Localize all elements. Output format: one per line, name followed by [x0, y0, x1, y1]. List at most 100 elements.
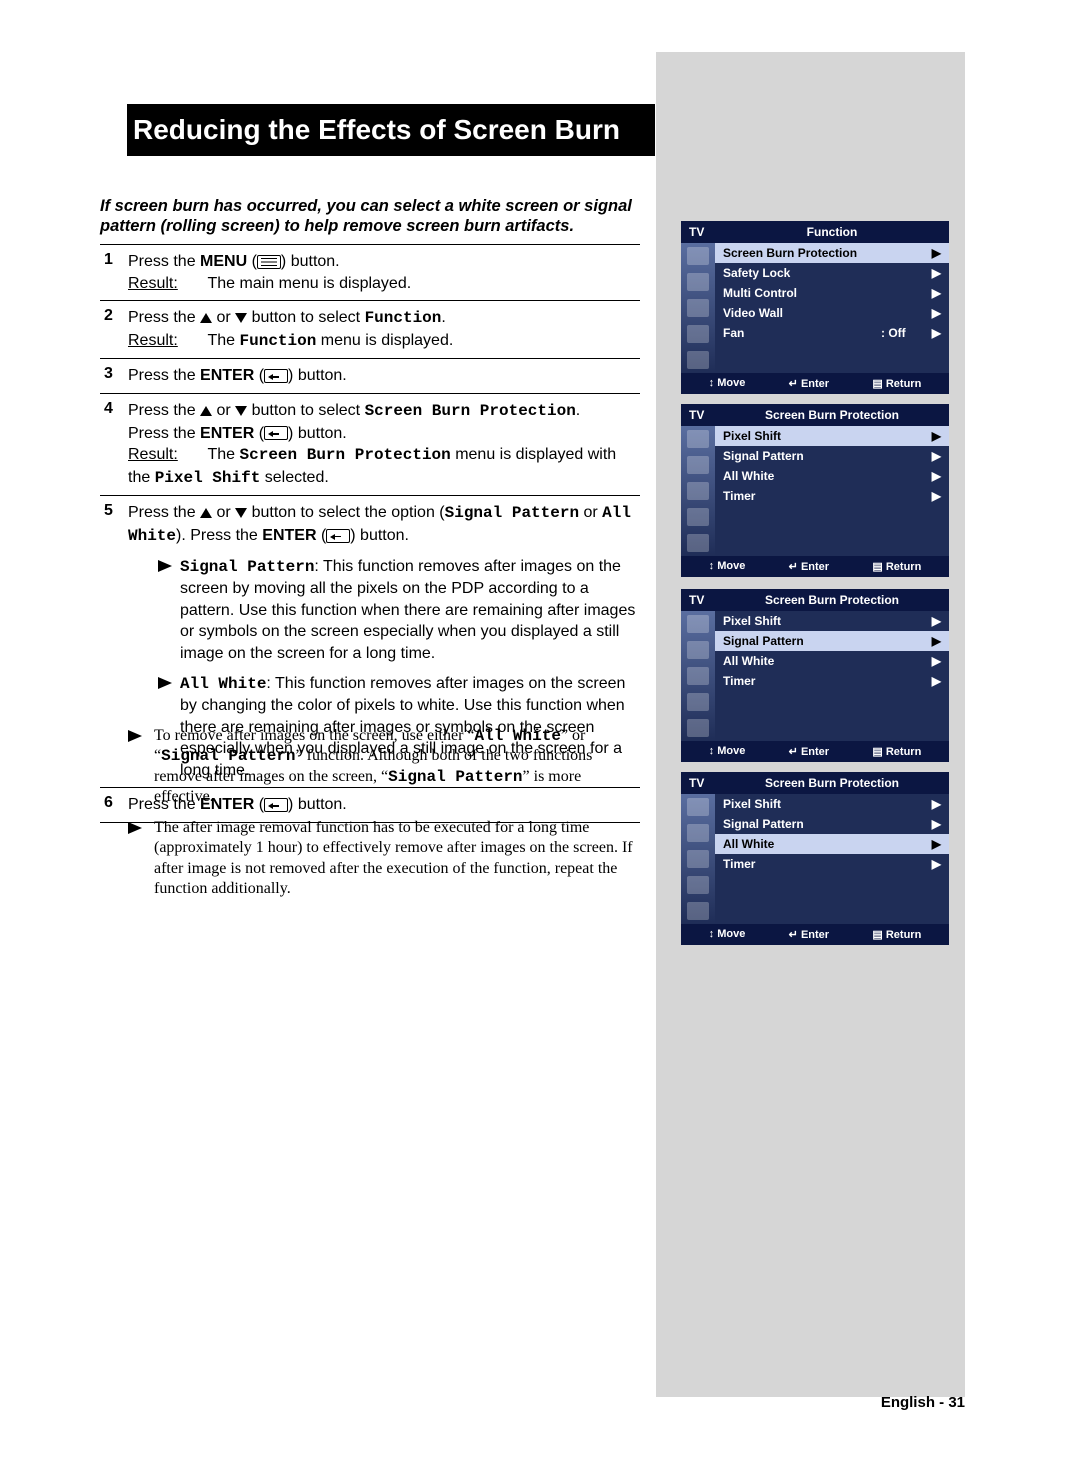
enter-icon — [264, 426, 288, 440]
osd-title: Screen Burn Protection — [723, 408, 941, 422]
osd-tv-label: TV — [689, 408, 723, 422]
menu-item[interactable]: Timer ▶ — [715, 671, 949, 691]
osd-hint-move: ↕ Move — [709, 560, 746, 573]
menu-item[interactable]: Pixel Shift ▶ — [715, 611, 949, 631]
osd-items-list: Pixel Shift ▶ Signal Pattern ▶ All White… — [715, 611, 949, 741]
down-icon — [235, 313, 247, 323]
osd-hint-move: ↕ Move — [709, 745, 746, 758]
result-label: Result: — [128, 330, 190, 352]
sub-item: Signal Pattern: This function removes af… — [128, 556, 640, 665]
osd-hint-move: ↕ Move — [709, 928, 746, 941]
menu-item[interactable]: Multi Control ▶ — [715, 283, 949, 303]
chevron-right-icon: ▶ — [929, 449, 941, 463]
osd-hint-return: ▤ Return — [872, 377, 921, 390]
notes-block: To remove after images on the screen, us… — [128, 726, 640, 910]
down-icon — [235, 406, 247, 416]
osd-title: Function — [723, 225, 941, 239]
osd-hint-return: ▤ Return — [872, 745, 921, 758]
menu-item[interactable]: Timer ▶ — [715, 486, 949, 506]
osd-hint-enter: ↵ Enter — [789, 377, 829, 390]
menu-item[interactable]: Screen Burn Protection ▶ — [715, 243, 949, 263]
chevron-right-icon: ▶ — [929, 326, 941, 340]
chevron-right-icon: ▶ — [929, 797, 941, 811]
chevron-right-icon: ▶ — [929, 654, 941, 668]
step-body: Press the ENTER () button. — [128, 365, 640, 387]
osd-header: TV Function — [681, 221, 949, 243]
down-icon — [235, 508, 247, 518]
section-title-bar: Reducing the Effects of Screen Burn — [115, 104, 655, 156]
chevron-right-icon: ▶ — [929, 469, 941, 483]
menu-item[interactable]: Signal Pattern ▶ — [715, 814, 949, 834]
menu-item[interactable]: Safety Lock ▶ — [715, 263, 949, 283]
osd-menu: TV Screen Burn Protection Pixel Shift ▶ … — [681, 589, 949, 762]
menu-item[interactable]: Video Wall ▶ — [715, 303, 949, 323]
osd-items-list: Screen Burn Protection ▶ Safety Lock ▶ M… — [715, 243, 949, 373]
osd-items-list: Pixel Shift ▶ Signal Pattern ▶ All White… — [715, 794, 949, 924]
osd-items-list: Pixel Shift ▶ Signal Pattern ▶ All White… — [715, 426, 949, 556]
menu-item[interactable]: Pixel Shift ▶ — [715, 426, 949, 446]
osd-hint-return: ▤ Return — [872, 928, 921, 941]
step-number: 5 — [100, 502, 128, 781]
chevron-right-icon: ▶ — [929, 614, 941, 628]
osd-hint-return: ▤ Return — [872, 560, 921, 573]
osd-category-icons — [681, 243, 715, 373]
step-body: Press the or button to select Screen Bur… — [128, 400, 640, 489]
result-label: Result: — [128, 444, 190, 466]
enter-icon — [264, 369, 288, 383]
osd-menu: TV Screen Burn Protection Pixel Shift ▶ … — [681, 404, 949, 577]
osd-hint-enter: ↵ Enter — [789, 745, 829, 758]
chevron-right-icon: ▶ — [929, 634, 941, 648]
osd-menu: TV Screen Burn Protection Pixel Shift ▶ … — [681, 772, 949, 945]
osd-footer: ↕ Move ↵ Enter ▤ Return — [681, 373, 949, 394]
osd-tv-label: TV — [689, 593, 723, 607]
osd-hint-enter: ↵ Enter — [789, 560, 829, 573]
step-body: Press the or button to select Function. … — [128, 307, 640, 352]
arrow-bullet-icon — [128, 822, 142, 834]
osd-footer: ↕ Move ↵ Enter ▤ Return — [681, 924, 949, 945]
menu-item[interactable]: All White ▶ — [715, 466, 949, 486]
step-number: 3 — [100, 365, 128, 387]
step-number: 2 — [100, 307, 128, 352]
osd-tv-label: TV — [689, 225, 723, 239]
chevron-right-icon: ▶ — [929, 429, 941, 443]
osd-title: Screen Burn Protection — [723, 593, 941, 607]
chevron-right-icon: ▶ — [929, 266, 941, 280]
up-icon — [200, 313, 212, 323]
chevron-right-icon: ▶ — [929, 857, 941, 871]
menu-item[interactable]: All White ▶ — [715, 834, 949, 854]
step-number: 4 — [100, 400, 128, 489]
menu-item[interactable]: Signal Pattern ▶ — [715, 446, 949, 466]
chevron-right-icon: ▶ — [929, 837, 941, 851]
osd-category-icons — [681, 426, 715, 556]
menu-item[interactable]: Timer ▶ — [715, 854, 949, 874]
osd-hint-move: ↕ Move — [709, 377, 746, 390]
osd-tv-label: TV — [689, 776, 723, 790]
chevron-right-icon: ▶ — [929, 674, 941, 688]
up-icon — [200, 508, 212, 518]
step-row: 3 Press the ENTER () button. — [100, 358, 640, 393]
chevron-right-icon: ▶ — [929, 246, 941, 260]
osd-footer: ↕ Move ↵ Enter ▤ Return — [681, 556, 949, 577]
menu-item[interactable]: All White ▶ — [715, 651, 949, 671]
osd-header: TV Screen Burn Protection — [681, 589, 949, 611]
chevron-right-icon: ▶ — [929, 286, 941, 300]
osd-category-icons — [681, 611, 715, 741]
manual-page: Reducing the Effects of Screen Burn If s… — [0, 0, 1080, 1473]
menu-item[interactable]: Pixel Shift ▶ — [715, 794, 949, 814]
osd-header: TV Screen Burn Protection — [681, 772, 949, 794]
osd-header: TV Screen Burn Protection — [681, 404, 949, 426]
osd-title: Screen Burn Protection — [723, 776, 941, 790]
osd-hint-enter: ↵ Enter — [789, 928, 829, 941]
arrow-bullet-icon — [128, 730, 142, 742]
arrow-bullet-icon — [158, 677, 172, 689]
chevron-right-icon: ▶ — [929, 817, 941, 831]
chevron-right-icon: ▶ — [929, 489, 941, 503]
osd-footer: ↕ Move ↵ Enter ▤ Return — [681, 741, 949, 762]
step-number: 1 — [100, 251, 128, 294]
menu-item[interactable]: Signal Pattern ▶ — [715, 631, 949, 651]
step-body: Press the MENU () button. Result: The ma… — [128, 251, 640, 294]
page-footer: English - 31 — [0, 1394, 965, 1411]
menu-item[interactable]: Fan : Off ▶ — [715, 323, 949, 343]
section-title: Reducing the Effects of Screen Burn — [133, 114, 620, 146]
menu-icon — [257, 255, 281, 269]
